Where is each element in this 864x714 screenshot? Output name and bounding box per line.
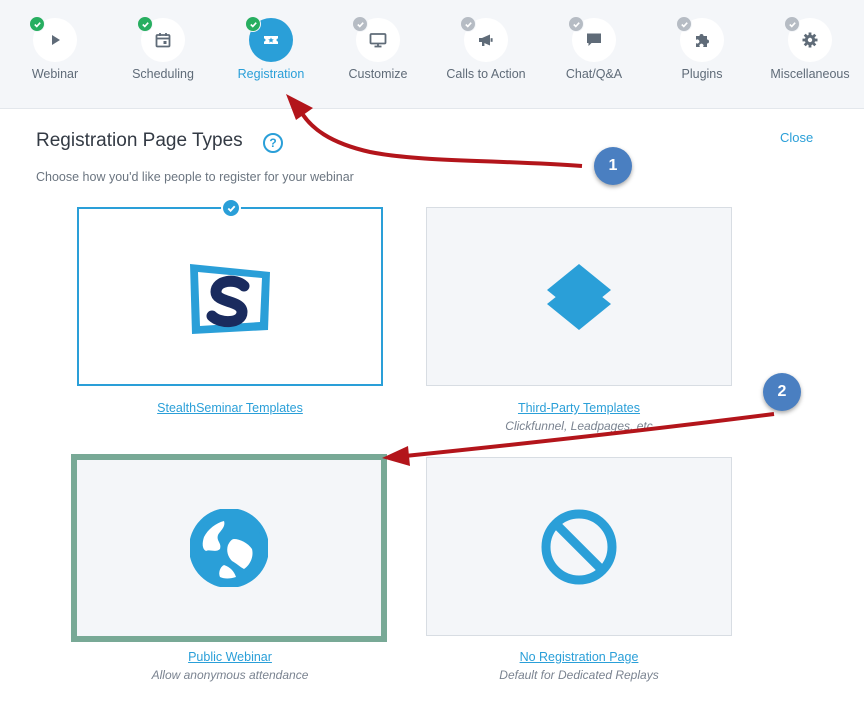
step-calls-to-action[interactable]: Calls to Action — [431, 0, 541, 108]
option-label[interactable]: No Registration Page — [426, 650, 732, 664]
option-sublabel: Clickfunnel, Leadpages, etc — [505, 419, 653, 433]
close-link[interactable]: Close — [780, 130, 813, 145]
option-sublabel: Default for Dedicated Replays — [499, 668, 659, 682]
step-scheduling[interactable]: Scheduling — [108, 0, 218, 108]
check-icon — [137, 16, 153, 32]
check-icon — [460, 16, 476, 32]
option-public-webinar[interactable] — [71, 454, 387, 642]
page-title: Registration Page Types — [36, 130, 243, 151]
selected-check-icon — [221, 198, 241, 218]
check-icon — [784, 16, 800, 32]
ticket-icon — [264, 36, 278, 44]
step-customize[interactable]: Customize — [323, 0, 433, 108]
step-chat-qa[interactable]: Chat/Q&A — [539, 0, 649, 108]
option-label[interactable]: StealthSeminar Templates — [77, 401, 383, 415]
gear-icon — [802, 32, 818, 48]
check-icon — [352, 16, 368, 32]
puzzle-icon — [696, 34, 709, 47]
option-sublabel: Allow anonymous attendance — [151, 668, 309, 682]
check-icon — [29, 16, 45, 32]
calendar-icon — [155, 33, 171, 48]
page-subtitle: Choose how you'd like people to register… — [36, 170, 354, 184]
step-plugins[interactable]: Plugins — [647, 0, 757, 108]
step-miscellaneous[interactable]: Miscellaneous — [755, 0, 864, 108]
annotation-arrow-1 — [298, 108, 583, 168]
prohibited-icon — [541, 509, 617, 584]
check-icon — [568, 16, 584, 32]
option-label[interactable]: Public Webinar — [77, 650, 383, 664]
step-webinar[interactable]: Webinar — [0, 0, 110, 108]
annotation-callout-1: 1 — [594, 147, 632, 185]
stealthseminar-logo-icon — [190, 263, 270, 334]
option-no-registration-page[interactable] — [426, 457, 732, 636]
option-label[interactable]: Third-Party Templates — [426, 401, 732, 415]
layers-icon — [547, 263, 611, 330]
monitor-icon — [369, 33, 387, 48]
check-icon — [245, 16, 261, 32]
step-label: Miscellaneous — [770, 67, 850, 81]
wizard-stepper: Webinar Scheduling Registration Customiz… — [0, 0, 864, 109]
option-stealthseminar-templates[interactable] — [77, 207, 383, 386]
megaphone-icon — [479, 34, 493, 46]
step-registration[interactable]: Registration — [216, 0, 326, 108]
annotation-callout-2: 2 — [763, 373, 801, 411]
chat-bubble-icon — [587, 33, 601, 46]
play-icon — [52, 35, 60, 45]
check-icon — [676, 16, 692, 32]
option-third-party-templates[interactable] — [426, 207, 732, 386]
help-icon[interactable]: ? — [263, 133, 283, 153]
globe-icon — [190, 509, 268, 587]
